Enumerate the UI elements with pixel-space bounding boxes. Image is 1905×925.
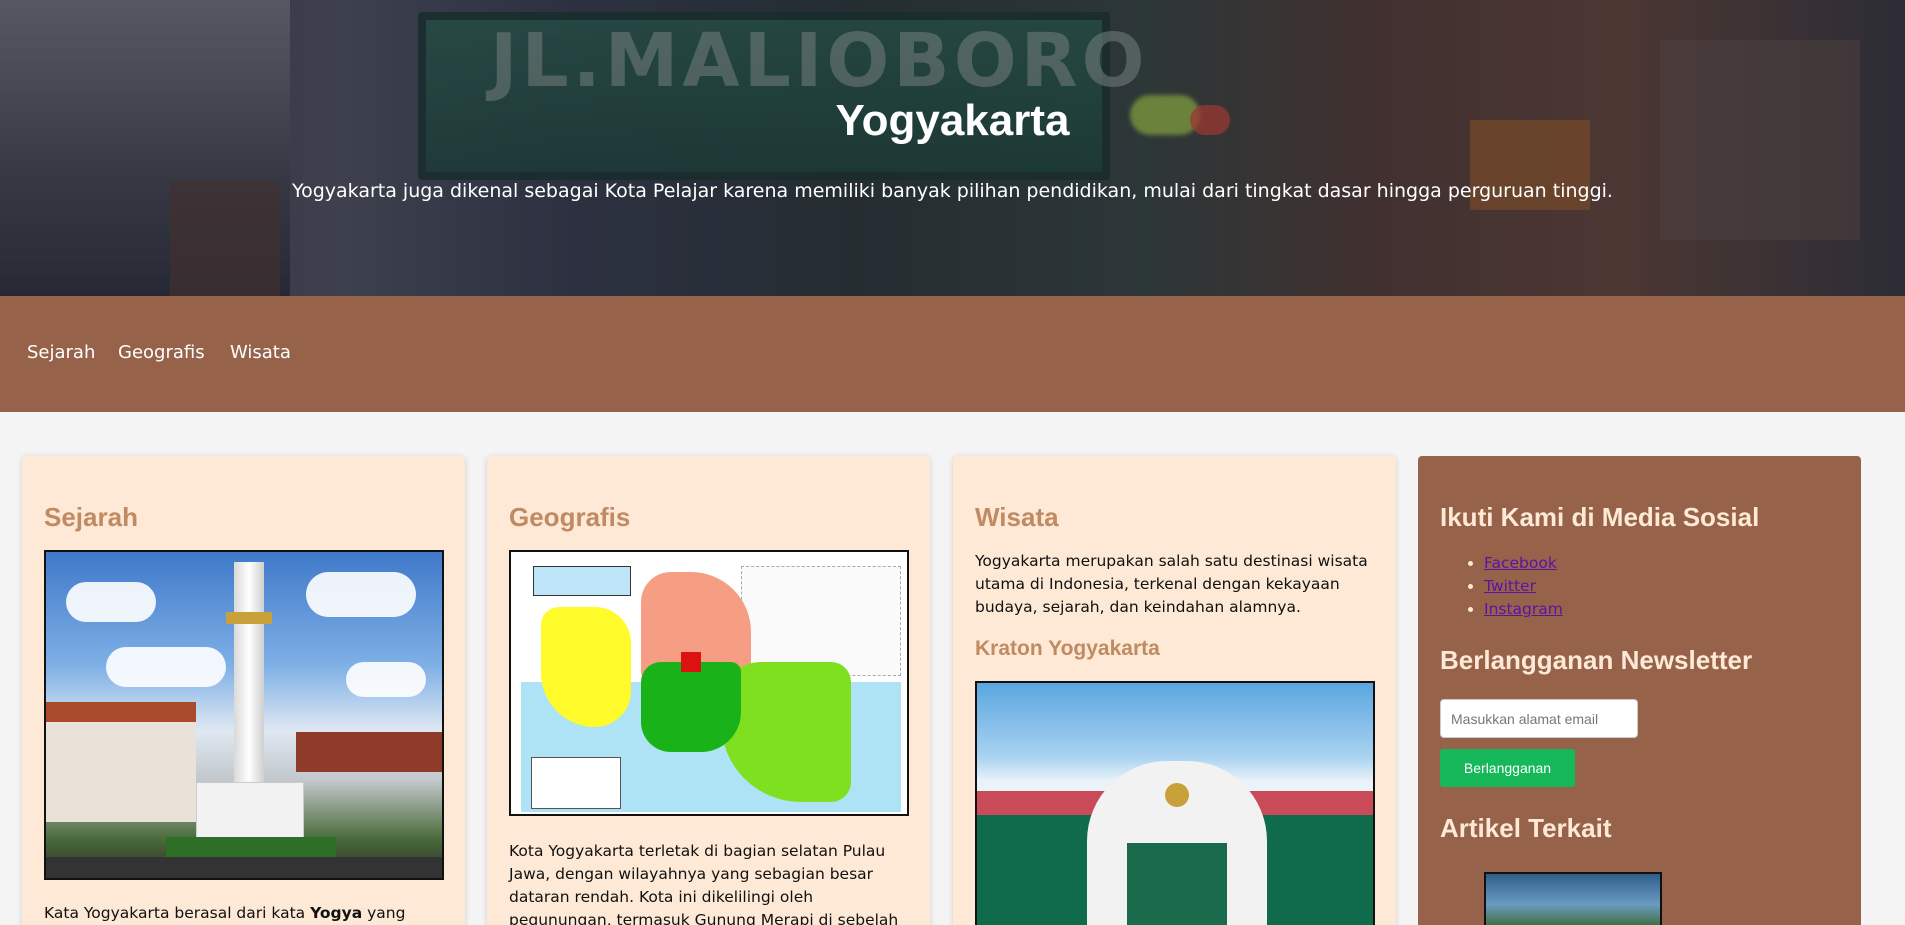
tugu-image xyxy=(44,550,444,880)
card-geografis: Geografis Kota Yogyakarta terletak di ba… xyxy=(487,456,930,925)
image-road xyxy=(46,857,442,878)
facebook-link[interactable]: Facebook xyxy=(1484,554,1557,572)
page-title: Yogyakarta xyxy=(835,96,1070,145)
map-region xyxy=(681,652,701,672)
newsletter-title: Berlangganan Newsletter xyxy=(1440,645,1753,675)
list-item: Facebook xyxy=(1484,552,1839,575)
nav-link-wisata[interactable]: Wisata xyxy=(230,342,291,363)
card-title-sejarah: Sejarah xyxy=(44,502,138,532)
related-article-thumbnail[interactable] xyxy=(1484,872,1662,925)
social-title: Ikuti Kami di Media Sosial xyxy=(1440,502,1760,532)
sejarah-text-bold: Yogya xyxy=(310,904,363,922)
image-emblem xyxy=(1165,783,1189,807)
map-legend xyxy=(531,757,621,809)
hero-banner: JL.MALIOBORO Yogyakarta Yogyakarta juga … xyxy=(0,0,1905,296)
map-region xyxy=(541,607,631,727)
image-house xyxy=(46,722,196,822)
card-sejarah: Sejarah Kata Yogyakarta berasal dari kat… xyxy=(22,456,465,925)
subscribe-button[interactable]: Berlangganan xyxy=(1440,749,1575,787)
list-item: Instagram xyxy=(1484,598,1839,621)
main-nav: Sejarah Geografis Wisata xyxy=(0,296,1905,412)
nav-link-sejarah[interactable]: Sejarah xyxy=(27,342,95,363)
social-links-list: Facebook Twitter Instagram xyxy=(1484,552,1839,621)
image-gate-door xyxy=(1127,843,1227,925)
sejarah-text-end: yang xyxy=(362,904,406,922)
card-title-wisata: Wisata xyxy=(975,502,1059,532)
related-title: Artikel Terkait xyxy=(1440,813,1612,843)
kraton-title: Kraton Yogyakarta xyxy=(975,637,1160,660)
image-cloud xyxy=(66,582,156,622)
image-cloud xyxy=(106,647,226,687)
sejarah-text-start: Kata Yogyakarta berasal dari kata xyxy=(44,904,311,922)
hero-overlay xyxy=(0,0,1905,296)
hero-subtitle: Yogyakarta juga dikenal sebagai Kota Pel… xyxy=(292,180,1613,202)
email-input[interactable] xyxy=(1440,699,1638,738)
geografis-text: Kota Yogyakarta terletak di bagian selat… xyxy=(509,842,899,925)
twitter-link[interactable]: Twitter xyxy=(1484,577,1536,595)
image-monument-detail xyxy=(226,612,272,624)
image-roof xyxy=(296,732,442,772)
sidebar: Ikuti Kami di Media Sosial Facebook Twit… xyxy=(1418,456,1861,925)
card-wisata: Wisata Yogyakarta merupakan salah satu d… xyxy=(953,456,1396,925)
map-image xyxy=(509,550,909,816)
instagram-link[interactable]: Instagram xyxy=(1484,600,1563,618)
image-cloud xyxy=(346,662,426,697)
sejarah-text: Kata Yogyakarta berasal dari kata Yogya … xyxy=(44,902,443,925)
image-grass xyxy=(166,837,336,857)
wisata-text: Yogyakarta merupakan salah satu destinas… xyxy=(975,552,1368,616)
map-region xyxy=(641,662,741,752)
image-cloud xyxy=(306,572,416,617)
nav-link-geografis[interactable]: Geografis xyxy=(118,342,205,363)
kraton-image xyxy=(975,681,1375,925)
map-inset xyxy=(533,566,631,596)
list-item: Twitter xyxy=(1484,575,1839,598)
map-region xyxy=(741,566,901,676)
card-title-geografis: Geografis xyxy=(509,502,631,532)
